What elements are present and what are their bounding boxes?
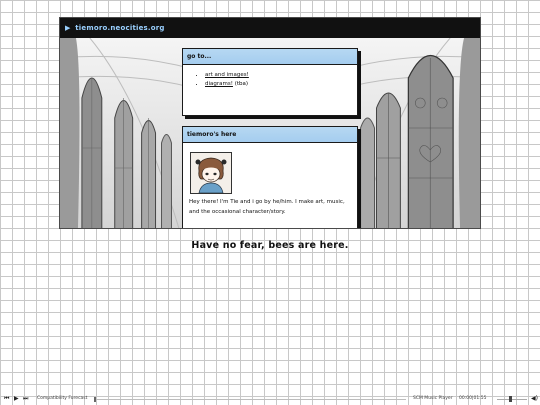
avatar [190, 152, 232, 194]
goto-panel: go to... art and images! diagrams! (tba) [182, 48, 358, 116]
music-player: ⏮ ▶ ⏭ Compatibility Forecast SCM Music P… [0, 393, 540, 405]
play-icon[interactable]: ▶ [14, 393, 19, 405]
volume-icon[interactable]: ◀) [531, 393, 538, 405]
site-frame: ▶ tiemoro.neocities.org go to... • art a… [59, 17, 481, 229]
about-text: Hey there! I'm Tie and i go by he/him. I… [189, 199, 345, 215]
skip-back-icon[interactable]: ⏮ [4, 393, 9, 405]
about-heading: tiemoro's here [183, 127, 357, 143]
list-item: diagrams! (tba) [205, 80, 357, 89]
list-item: art and images! [205, 71, 357, 80]
time-display: 00:00|01:55 [459, 396, 487, 401]
volume-knob[interactable] [509, 396, 512, 402]
skip-forward-icon[interactable]: ⏭ [23, 393, 28, 405]
player-name: SCM Music Player [413, 396, 453, 401]
avatar-drawing [191, 153, 231, 193]
track-title: Compatibility Forecast [37, 396, 88, 401]
link-note: (tba) [232, 81, 249, 87]
progress-bar[interactable] [94, 399, 406, 400]
site-header: ▶ tiemoro.neocities.org [60, 18, 480, 38]
page-caption: Have no fear, bees are here. [191, 240, 349, 251]
about-panel: tiemoro's here Hey there! I'm Tie and i … [182, 126, 358, 228]
goto-heading: go to... [183, 49, 357, 65]
goto-link-list: art and images! diagrams! (tba) [183, 71, 357, 89]
triangle-icon: ▶ [65, 24, 71, 32]
volume-slider[interactable] [497, 399, 527, 400]
site-title[interactable]: tiemoro.neocities.org [75, 24, 164, 32]
progress-knob[interactable] [94, 397, 96, 402]
diagrams-link[interactable]: diagrams! [205, 81, 233, 87]
art-link[interactable]: art and images! [205, 72, 249, 78]
